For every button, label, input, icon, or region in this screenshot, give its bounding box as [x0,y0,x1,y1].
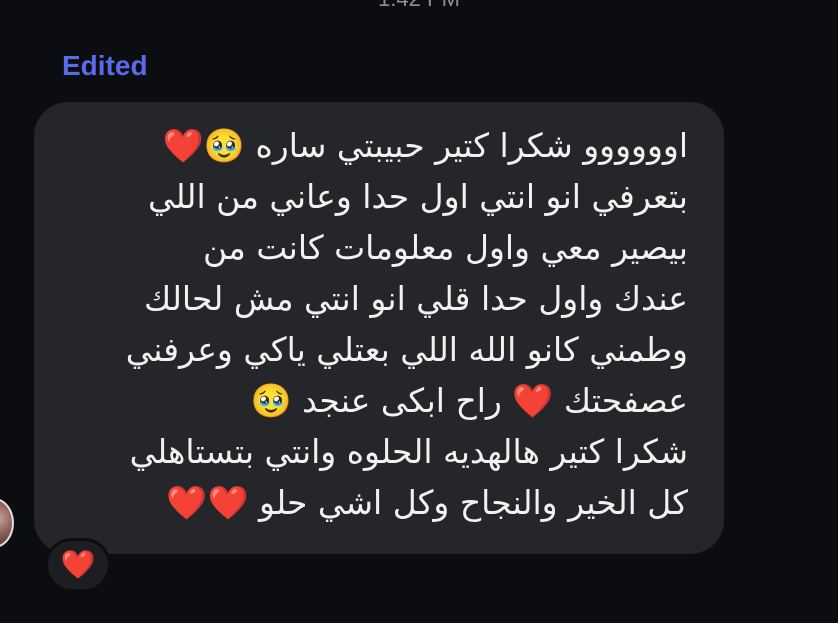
message-line: بتعرفي انو انتي اول حدا وعاني من اللي [148,177,688,216]
message-timestamp: 1:42 PM [0,0,838,12]
sender-avatar[interactable] [0,498,14,548]
message-line: وطمني كانو الله اللي بعتلي ياكي وعرفني [125,330,688,369]
message-line: كل الخير والنجاح وكل اشي حلو ❤️❤️ [166,483,688,522]
edited-label: Edited [62,50,148,81]
message-line: عصفحتك ❤️ راح ابكى عنجد 🥹 [250,381,688,420]
message-line: بيصير معي واول معلومات كانت من [202,228,688,267]
message-text: اوووووو شكرا كتير حبيبتي ساره 🥹❤️ بتعرفي… [60,120,688,528]
message-line: عندك واول حدا قلي انو انتي مش لحالك [144,279,688,318]
chat-screen: 1:42 PM Edited اوووووو شكرا كتير حبيبتي … [0,0,838,623]
message-line: شكرا كتير هالهديه الحلوه وانتي بتستاهلي [129,432,688,471]
heart-icon: ❤️ [60,548,96,581]
reaction-badge[interactable]: ❤️ [45,538,111,592]
message-bubble[interactable]: اوووووو شكرا كتير حبيبتي ساره 🥹❤️ بتعرفي… [34,102,724,554]
message-line: اوووووو شكرا كتير حبيبتي ساره 🥹❤️ [162,126,688,165]
